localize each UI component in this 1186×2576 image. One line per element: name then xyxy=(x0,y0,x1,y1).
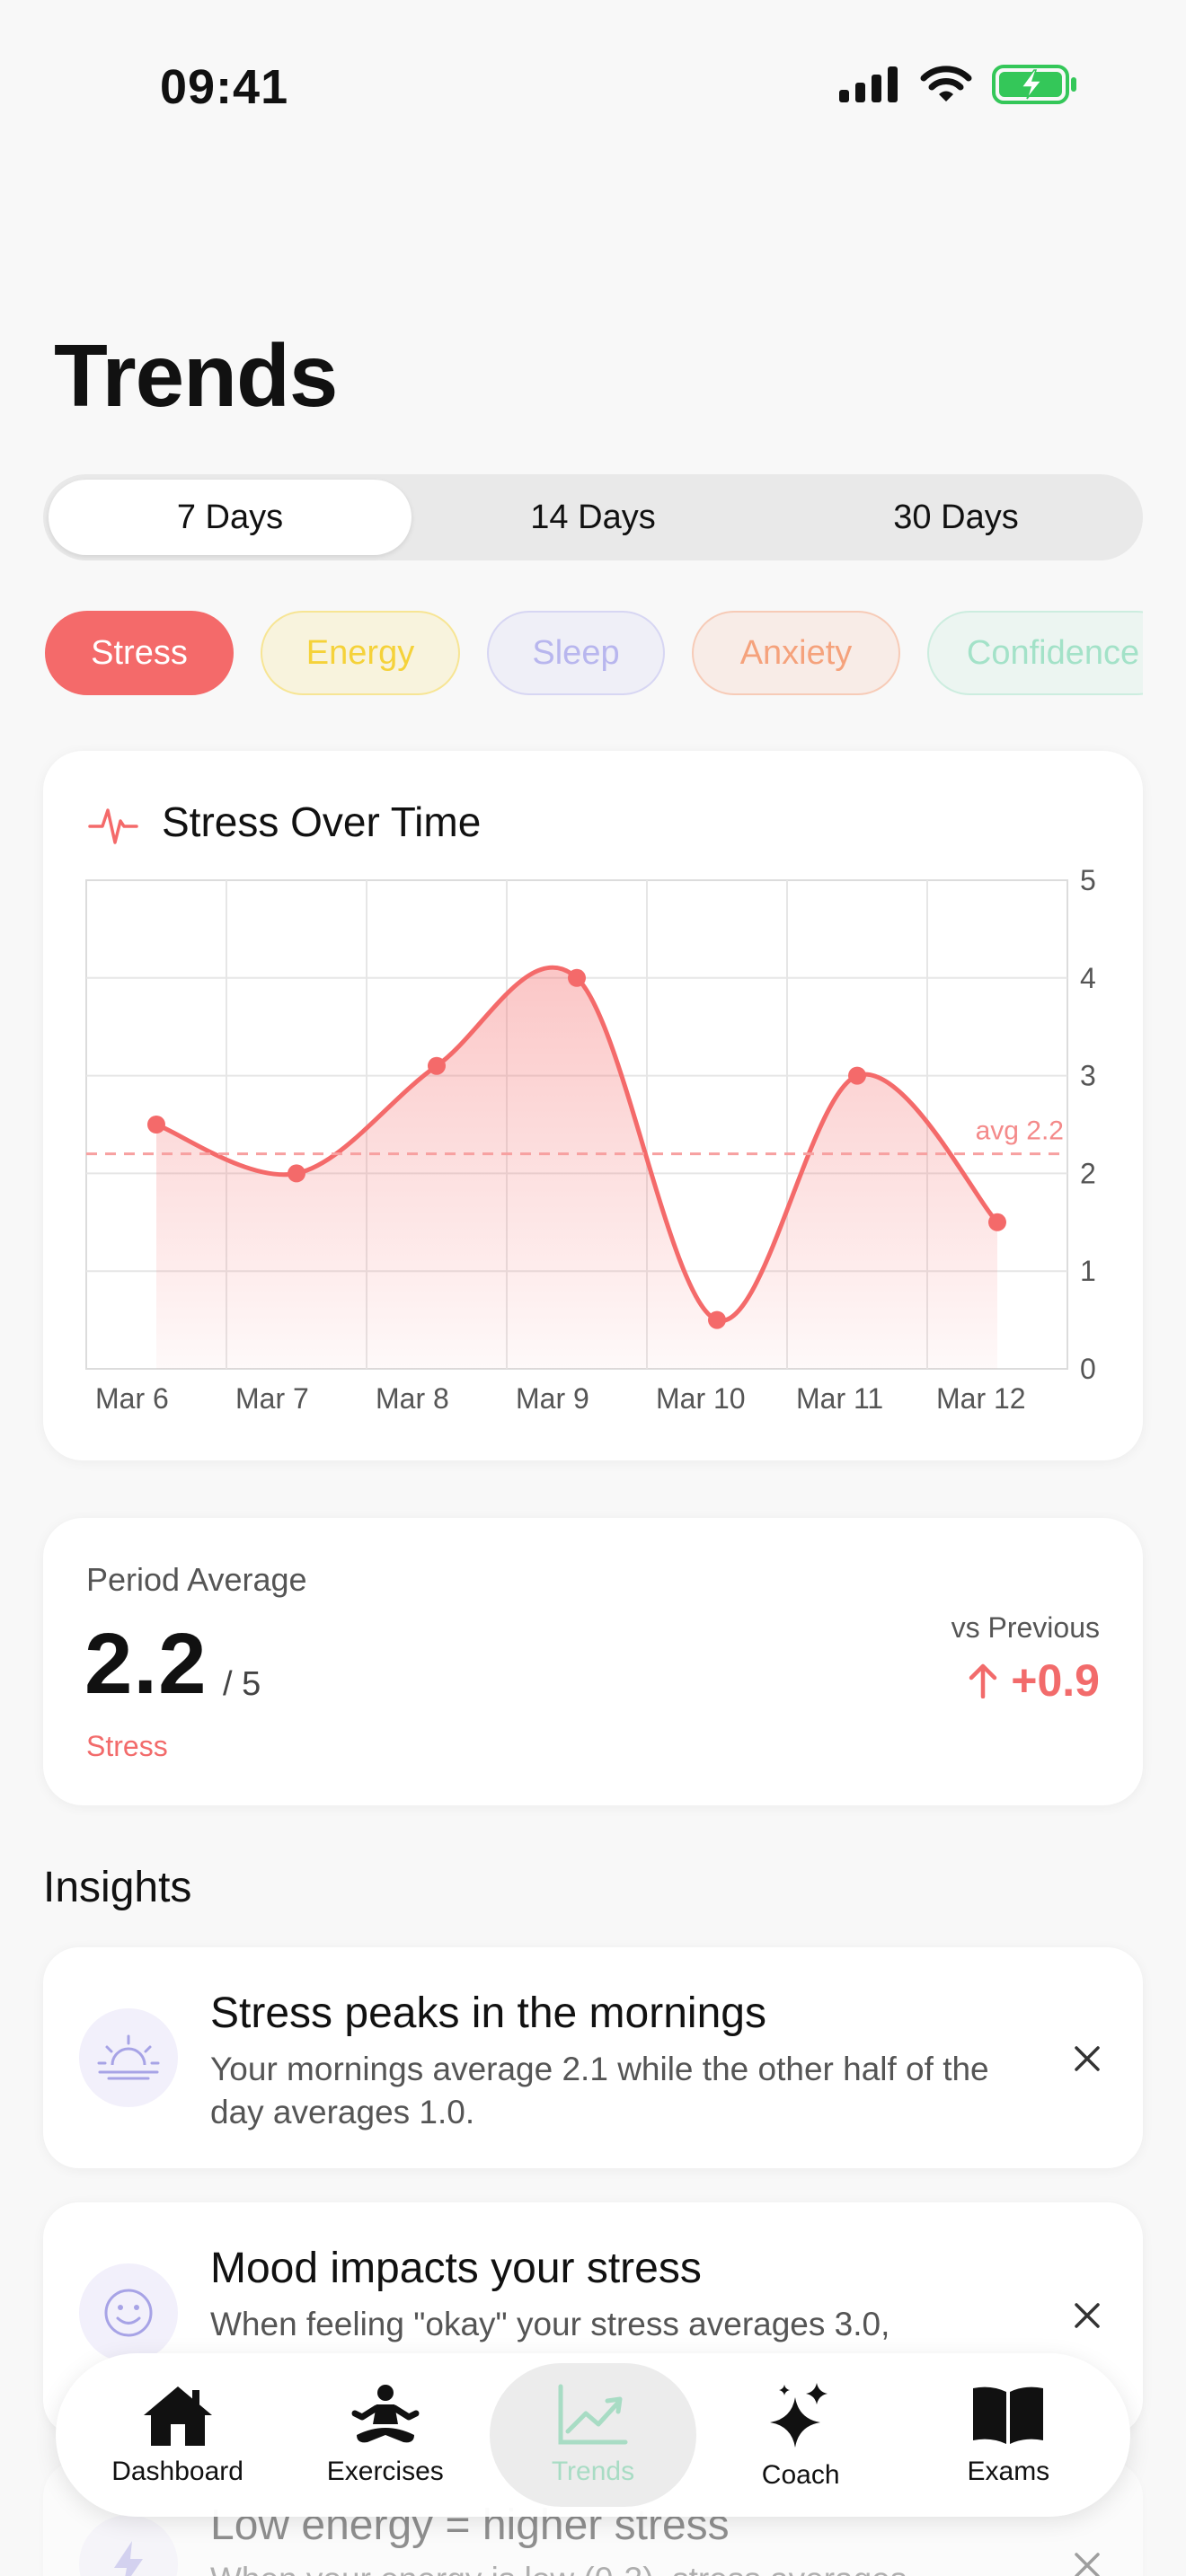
insight-card: Stress peaks in the mornings Your mornin… xyxy=(43,1947,1143,2168)
data-point xyxy=(428,1056,446,1075)
y-tick-label: 3 xyxy=(1080,1060,1096,1092)
insight-icon-wrap xyxy=(79,2515,178,2576)
x-tick-label: Mar 11 xyxy=(796,1382,883,1415)
y-tick-label: 4 xyxy=(1080,962,1096,994)
trend-chart-icon xyxy=(558,2384,628,2445)
insight-title: Mood impacts your stress xyxy=(210,2245,702,2292)
insight-icon-wrap xyxy=(79,2263,178,2362)
arrow-up-icon xyxy=(969,1663,997,1698)
y-tick-label: 0 xyxy=(1080,1353,1096,1385)
nav-exams-label: Exams xyxy=(967,2457,1050,2486)
tab-14-days[interactable]: 14 Days xyxy=(412,480,774,555)
nav-trends-label: Trends xyxy=(551,2457,635,2486)
house-icon xyxy=(143,2386,212,2446)
smiley-icon xyxy=(104,2289,153,2337)
chip-energy[interactable]: Energy xyxy=(261,611,460,695)
nav-coach-label: Coach xyxy=(761,2460,840,2490)
tab-7-days[interactable]: 7 Days xyxy=(49,480,412,555)
vs-previous-delta: +0.9 xyxy=(968,1654,1100,1707)
vs-previous-value: +0.9 xyxy=(1011,1655,1100,1706)
insight-body: When feeling "okay" your stress averages… xyxy=(210,2306,890,2342)
period-average-value: 2.2 xyxy=(84,1616,208,1712)
close-icon[interactable] xyxy=(1069,2547,1105,2576)
nav-trends[interactable]: Trends xyxy=(489,2363,696,2507)
book-icon xyxy=(973,2386,1044,2444)
insight-body: When your energy is low (0-3), stress av… xyxy=(210,2558,1019,2576)
x-tick-label: Mar 7 xyxy=(235,1382,309,1415)
x-tick-label: Mar 6 xyxy=(95,1382,169,1415)
chip-sleep[interactable]: Sleep xyxy=(487,611,665,695)
status-icons xyxy=(839,65,1078,104)
chip-stress[interactable]: Stress xyxy=(45,611,234,695)
nav-exercises[interactable]: Exercises xyxy=(282,2363,489,2507)
status-time: 09:41 xyxy=(160,60,289,114)
chip-anxiety[interactable]: Anxiety xyxy=(692,611,900,695)
y-tick-label: 1 xyxy=(1080,1255,1096,1287)
data-point xyxy=(147,1116,165,1134)
nav-dashboard[interactable]: Dashboard xyxy=(75,2363,281,2507)
nav-dashboard-label: Dashboard xyxy=(111,2457,243,2486)
data-point xyxy=(708,1310,726,1329)
stress-chart-card: Stress Over Time avg 2.2 Mar 6 Mar 7 Mar 8… xyxy=(43,751,1143,1460)
data-point xyxy=(568,968,586,987)
lightning-icon xyxy=(114,2541,143,2576)
range-selector: 7 Days 14 Days 30 Days xyxy=(43,474,1143,560)
stress-chart: avg 2.2 Mar 6 Mar 7 Mar 8 Mar 9 Mar 10 Mar 11… xyxy=(85,864,1096,1415)
insight-title: Stress peaks in the mornings xyxy=(210,1989,766,2037)
wifi-icon xyxy=(920,66,972,101)
y-tick-label: 2 xyxy=(1080,1157,1096,1189)
x-tick-label: Mar 12 xyxy=(936,1382,1026,1415)
status-bar: 09:41 xyxy=(0,0,1186,171)
data-point xyxy=(988,1213,1006,1231)
data-point xyxy=(288,1164,305,1183)
tab-30-days[interactable]: 30 Days xyxy=(774,480,1137,555)
page-title: Trends xyxy=(54,326,338,425)
y-tick-label: 5 xyxy=(1080,864,1096,896)
meditation-icon xyxy=(351,2385,420,2443)
series-area xyxy=(156,967,997,1369)
insights-title: Insights xyxy=(43,1864,192,1911)
period-average-label: Period Average xyxy=(86,1561,307,1598)
vs-previous-label: vs Previous xyxy=(951,1611,1100,1644)
data-point xyxy=(848,1066,866,1085)
bottom-nav: Dashboard Exercises Trends Coach Exams xyxy=(56,2353,1130,2517)
average-label: avg 2.2 xyxy=(976,1116,1064,1146)
period-average-scale: / 5 xyxy=(223,1665,261,1703)
sunrise-icon xyxy=(97,2034,160,2080)
battery-charging-icon xyxy=(992,65,1076,104)
nav-exams[interactable]: Exams xyxy=(905,2363,1111,2507)
close-icon[interactable] xyxy=(1069,2298,1105,2333)
insight-body: Your mornings average 2.1 while the othe… xyxy=(210,2051,989,2130)
x-tick-label: Mar 8 xyxy=(376,1382,449,1415)
x-tick-label: Mar 10 xyxy=(656,1382,746,1415)
metric-chips: Stress Energy Sleep Anxiety Confidence xyxy=(45,611,1143,697)
period-average-card: Period Average 2.2 / 5 Stress vs Previou… xyxy=(43,1518,1143,1805)
nav-exercises-label: Exercises xyxy=(326,2457,444,2486)
x-tick-label: Mar 9 xyxy=(516,1382,589,1415)
insight-icon-wrap xyxy=(79,2008,178,2107)
sparkles-icon xyxy=(770,2383,828,2448)
nav-coach[interactable]: Coach xyxy=(697,2363,904,2507)
chip-confidence[interactable]: Confidence xyxy=(927,611,1143,695)
cellular-signal-icon xyxy=(839,66,898,102)
period-average-metric: Stress xyxy=(86,1730,168,1762)
close-icon[interactable] xyxy=(1069,2041,1105,2077)
